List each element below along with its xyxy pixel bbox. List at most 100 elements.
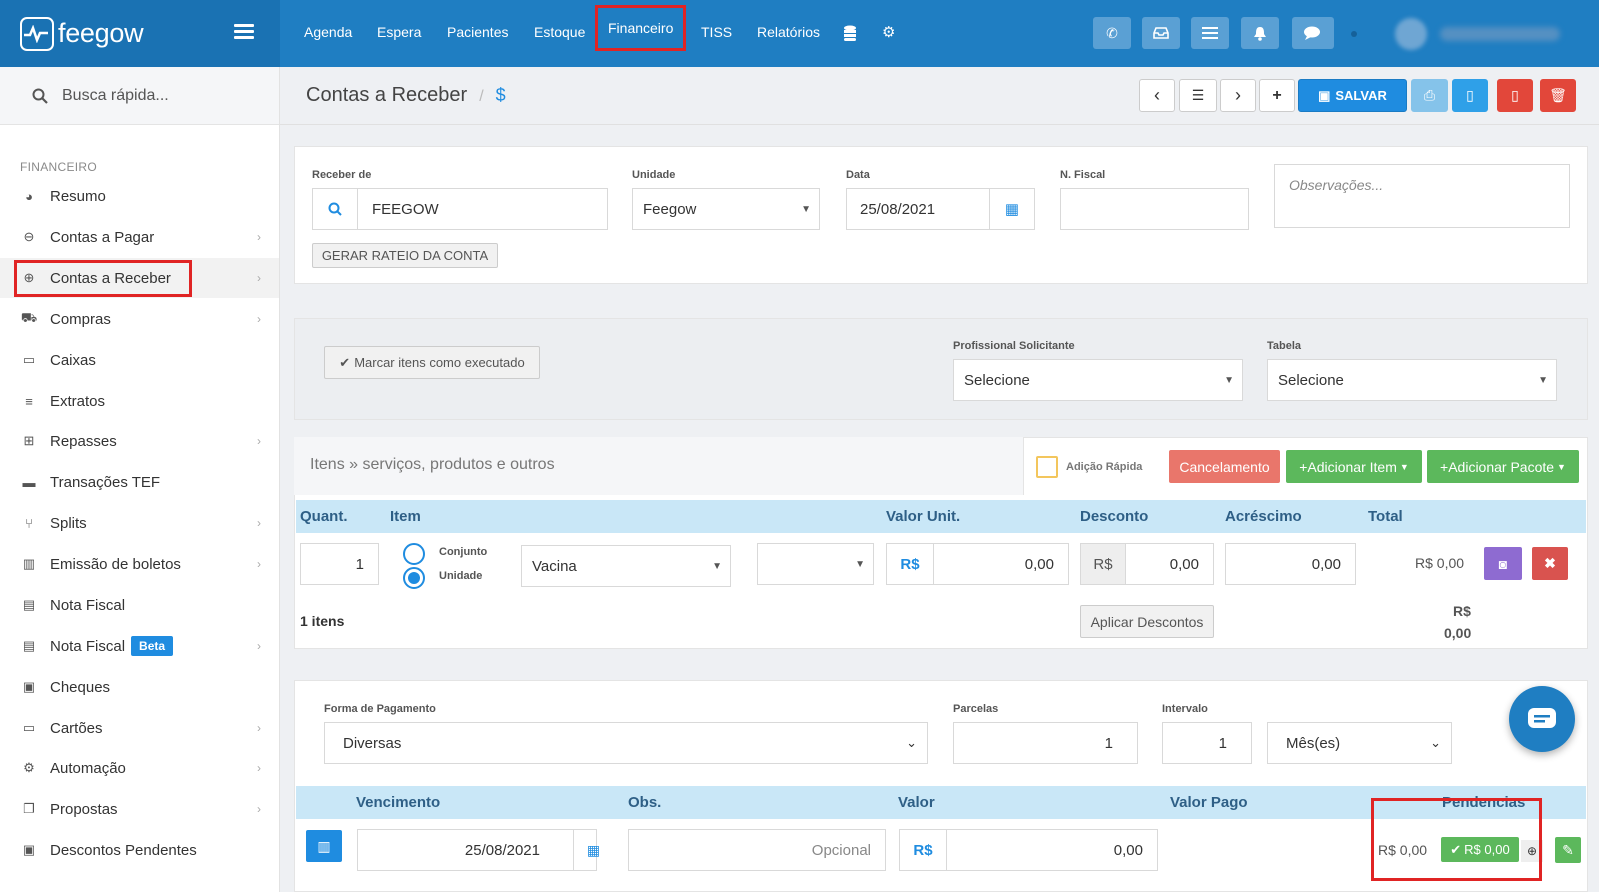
cart-icon: ⛟: [20, 310, 38, 325]
database-icon[interactable]: [844, 25, 856, 41]
tabela-select[interactable]: Selecione ▼: [1267, 359, 1557, 401]
installment-barcode-button[interactable]: ▥: [306, 830, 342, 862]
acrescimo-input[interactable]: 0,00: [1225, 543, 1356, 585]
avatar[interactable]: [1395, 18, 1427, 50]
nav-financeiro[interactable]: Financeiro: [595, 5, 687, 51]
prev-button[interactable]: ‹: [1139, 79, 1175, 112]
nfiscal-input[interactable]: [1060, 188, 1249, 230]
vencimento-input[interactable]: 25/08/2021: [357, 829, 597, 871]
forma-pagamento-select[interactable]: Diversas ⌄: [324, 722, 928, 764]
sidebar-item-label: Propostas: [50, 800, 118, 818]
caret-down-icon: ▼: [1557, 461, 1566, 472]
sidebar-item-label: Emissão de boletos: [50, 555, 181, 573]
desconto-currency-addon[interactable]: R$: [1080, 543, 1126, 585]
intervalo-input[interactable]: 1: [1162, 722, 1252, 764]
sidebar-item-automacao[interactable]: ⚙ Automação ›: [0, 748, 279, 788]
sidebar-item-descontos-pendentes[interactable]: ▣ Descontos Pendentes: [0, 830, 279, 870]
document-icon: ▤: [22, 597, 36, 612]
sidebar-item-nota-fiscal[interactable]: ▤ Nota Fiscal: [0, 585, 279, 625]
aplicar-descontos-button[interactable]: Aplicar Descontos: [1080, 605, 1214, 638]
item-camera-button[interactable]: ◙: [1484, 547, 1522, 580]
list-button[interactable]: [1191, 17, 1229, 49]
profissional-select[interactable]: Selecione ▼: [953, 359, 1243, 401]
sidebar-item-cartoes[interactable]: ▭ Cartões ›: [0, 708, 279, 748]
document-button[interactable]: ▯: [1452, 79, 1488, 112]
add-item-button[interactable]: + Adicionar Item ▼: [1286, 450, 1422, 483]
nav-espera[interactable]: Espera: [377, 0, 421, 67]
marcar-executado-button[interactable]: ✔ Marcar itens como executado: [324, 346, 540, 379]
document-icon: ▤: [22, 638, 36, 653]
notifications-button[interactable]: [1241, 17, 1279, 49]
nav-estoque[interactable]: Estoque: [534, 0, 585, 67]
observacoes-textarea[interactable]: Observações...: [1274, 164, 1570, 228]
sidebar-item-propostas[interactable]: ❐ Propostas ›: [0, 789, 279, 829]
valor-input[interactable]: 0,00: [946, 829, 1158, 871]
sidebar-item-cheques[interactable]: ▣ Cheques: [0, 667, 279, 707]
valor-unit-input[interactable]: 0,00: [933, 543, 1069, 585]
col-total: Total: [1368, 508, 1403, 525]
sidebar-item-splits[interactable]: ⑂ Splits ›: [0, 503, 279, 543]
user-name-blurred[interactable]: [1440, 27, 1560, 41]
inbox-button[interactable]: [1142, 17, 1180, 49]
sidebar-item-nota-fiscal-beta[interactable]: ▤ Nota Fiscal Beta ›: [0, 626, 279, 666]
periodo-select[interactable]: Mês(es) ⌄: [1267, 722, 1452, 764]
chevron-right-icon: ›: [1235, 85, 1241, 105]
remove-item-button[interactable]: ✖: [1532, 547, 1568, 580]
nav-tiss[interactable]: TISS: [701, 0, 732, 67]
sidebar-item-label: Resumo: [50, 187, 106, 205]
pdf-button[interactable]: ▯: [1497, 79, 1533, 112]
cancelamento-button[interactable]: Cancelamento: [1169, 450, 1280, 483]
receber-input[interactable]: FEEGOW: [312, 188, 608, 230]
print-button[interactable]: ⎙: [1411, 79, 1448, 112]
phone-button[interactable]: ✆: [1093, 17, 1131, 49]
next-button[interactable]: ›: [1220, 79, 1256, 112]
add-button[interactable]: +: [1259, 79, 1295, 112]
chat-widget-button[interactable]: [1509, 686, 1575, 752]
col-item: Item: [390, 508, 421, 525]
plus-icon: +: [1272, 86, 1282, 104]
calendar-icon[interactable]: ▦: [573, 830, 613, 870]
obs-input[interactable]: Opcional: [628, 829, 886, 871]
radio-conjunto[interactable]: [403, 543, 425, 565]
chevron-right-icon: ›: [257, 312, 261, 326]
desconto-input[interactable]: 0,00: [1125, 543, 1214, 585]
delete-button[interactable]: 🗑: [1540, 79, 1576, 112]
radio-unidade[interactable]: [403, 567, 425, 589]
chat-button[interactable]: [1292, 17, 1334, 49]
data-input[interactable]: 25/08/2021 ▦: [846, 188, 1035, 230]
sidebar-item-caixas[interactable]: ▭ Caixas: [0, 340, 279, 380]
gerar-rateio-button[interactable]: GERAR RATEIO DA CONTA: [312, 243, 498, 268]
nav-agenda[interactable]: Agenda: [304, 0, 352, 67]
sidebar-item-transacoes-tef[interactable]: ▬ Transações TEF: [0, 462, 279, 502]
highlight-contas-a-receber: [14, 260, 192, 297]
gear-icon[interactable]: ⚙: [882, 25, 896, 40]
menu-toggle-icon[interactable]: [234, 24, 254, 40]
sidebar-item-repasses[interactable]: ⊞ Repasses ›: [0, 421, 279, 461]
sidebar-item-label: Extratos: [50, 392, 106, 410]
valor-currency-addon: R$: [886, 543, 934, 585]
save-button[interactable]: ▣ SALVAR: [1298, 79, 1407, 112]
item-select[interactable]: Vacina ▼: [521, 545, 731, 587]
variant-select[interactable]: ▼: [757, 543, 874, 585]
nav-pacientes[interactable]: Pacientes: [447, 0, 508, 67]
calendar-icon[interactable]: ▦: [989, 189, 1034, 229]
adicao-rapida-checkbox[interactable]: [1036, 456, 1058, 478]
add-package-button[interactable]: + Adicionar Pacote ▼: [1427, 450, 1579, 483]
tag-button[interactable]: ✎: [1555, 837, 1581, 863]
sidebar-item-contas-a-pagar[interactable]: ⊖ Contas a Pagar ›: [0, 217, 279, 257]
chevron-right-icon: ›: [257, 639, 261, 653]
data-value: 25/08/2021: [860, 200, 936, 218]
sidebar-item-compras[interactable]: ⛟ Compras ›: [0, 299, 279, 339]
parcelas-input[interactable]: 1: [953, 722, 1138, 764]
tag-icon: ✎: [1562, 841, 1574, 858]
col-vencimento: Vencimento: [356, 794, 441, 811]
quick-search[interactable]: Busca rápida...: [0, 67, 279, 125]
sidebar-item-resumo[interactable]: ◕ Resumo: [0, 176, 279, 216]
sidebar-item-emissao-boletos[interactable]: ▥ Emissão de boletos ›: [0, 544, 279, 584]
list-view-button[interactable]: ☰: [1179, 79, 1217, 112]
chevron-down-icon: ⌄: [906, 735, 917, 750]
nav-relatorios[interactable]: Relatórios: [757, 0, 820, 67]
unidade-select[interactable]: Feegow ▼: [632, 188, 820, 230]
sidebar-item-extratos[interactable]: ≡ Extratos: [0, 381, 279, 421]
quantity-input[interactable]: 1: [300, 543, 379, 585]
